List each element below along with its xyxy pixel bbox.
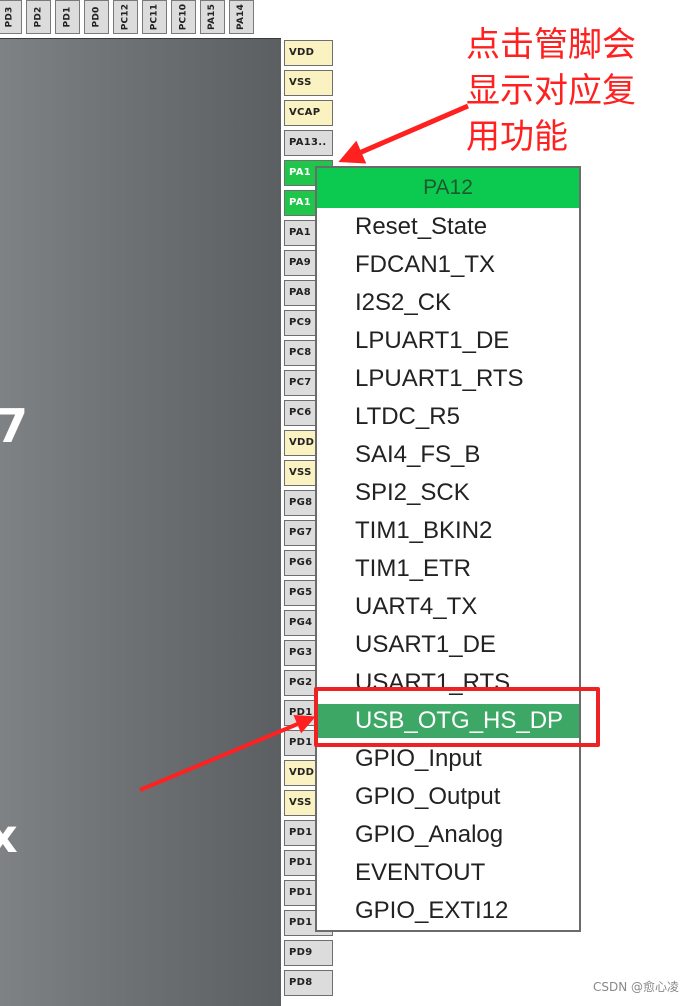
annotation-arrows <box>139 103 469 792</box>
arrow-to-pin <box>338 103 469 164</box>
arrow-to-usb-item <box>139 714 316 792</box>
watermark: CSDN @愈心凌 <box>592 980 679 994</box>
